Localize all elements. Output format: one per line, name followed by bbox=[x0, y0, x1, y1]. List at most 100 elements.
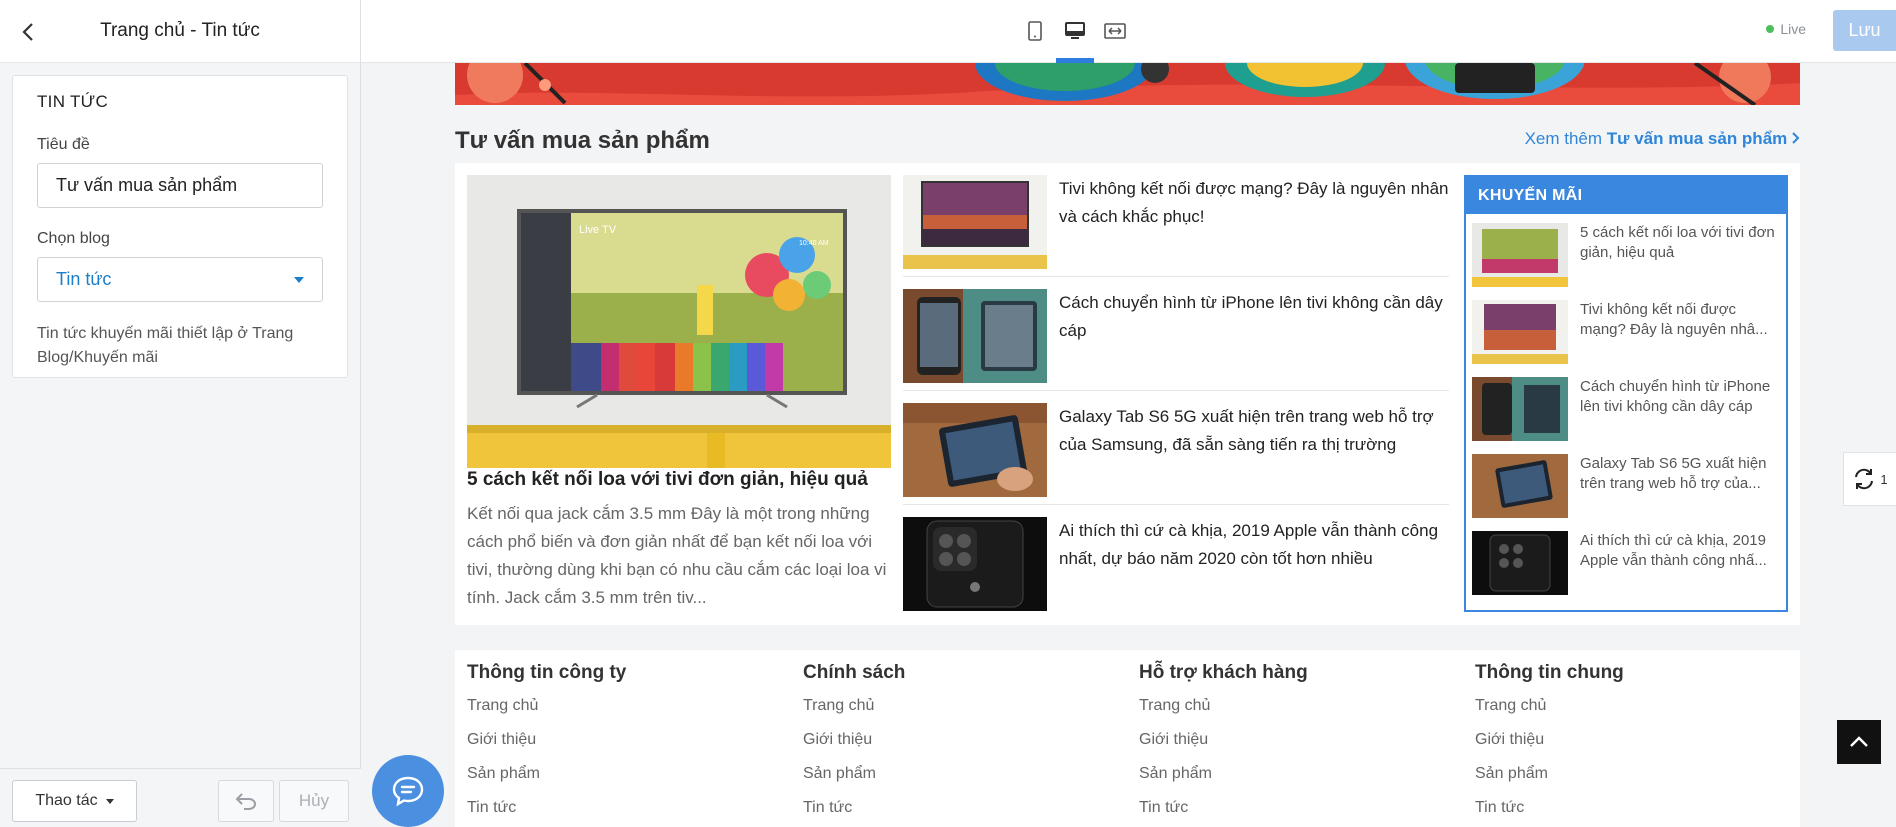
footer-link[interactable]: Tin tức bbox=[1475, 797, 1795, 827]
footer-column-title: Thông tin chung bbox=[1475, 662, 1624, 683]
view-more-target: Tư vấn mua sản phẩm bbox=[1606, 129, 1788, 148]
news-item[interactable]: Cách chuyển hình từ iPhone lên tivi khôn… bbox=[903, 277, 1449, 391]
footer-column-title: Thông tin công ty bbox=[467, 662, 627, 683]
blog-select-value: Tin tức bbox=[56, 269, 112, 289]
news-thumbnail bbox=[903, 403, 1047, 497]
sync-icon bbox=[1855, 468, 1874, 490]
undo-icon bbox=[235, 793, 256, 810]
footer-column: Thông tin chung Trang chủ Giới thiệu Sản… bbox=[1475, 662, 1795, 827]
desktop-icon bbox=[1065, 22, 1085, 39]
footer-link[interactable]: Tin tức bbox=[803, 797, 1123, 827]
view-more-prefix: Xem thêm bbox=[1524, 129, 1603, 148]
caret-down-icon bbox=[294, 276, 304, 283]
news-settings-card: TIN TỨC Tiêu đề Chọn blog Tin tức Tin tứ… bbox=[12, 75, 348, 378]
promo-header: KHUYẾN MÃI bbox=[1466, 177, 1786, 214]
promo-thumbnail bbox=[1472, 223, 1568, 287]
mobile-view-button[interactable] bbox=[1016, 14, 1054, 48]
back-button[interactable] bbox=[14, 18, 42, 46]
sidebar-title: Trang chủ - Tin tức bbox=[100, 20, 260, 41]
footer-link[interactable]: Giới thiệu bbox=[1139, 729, 1459, 763]
svg-text:10:40 AM: 10:40 AM bbox=[799, 240, 829, 247]
view-more-link[interactable]: Xem thêm Tư vấn mua sản phẩm bbox=[1525, 129, 1800, 149]
footer-link[interactable]: Trang chủ bbox=[467, 695, 787, 729]
actions-dropdown[interactable]: Thao tác bbox=[12, 780, 137, 822]
fullwidth-view-button[interactable] bbox=[1096, 14, 1134, 48]
footer-link[interactable]: Sản phẩm bbox=[1139, 763, 1459, 797]
mobile-icon bbox=[1028, 21, 1042, 41]
news-thumbnail bbox=[903, 517, 1047, 611]
fullwidth-icon bbox=[1104, 23, 1126, 39]
actions-label: Thao tác bbox=[35, 792, 98, 809]
preview-topbar: Live Lưu bbox=[361, 0, 1896, 63]
promo-thumbnail bbox=[1472, 531, 1568, 595]
chevron-up-icon bbox=[1850, 736, 1868, 747]
promo-item[interactable]: Galaxy Tab S6 5G xuất hiện trên trang we… bbox=[1472, 454, 1782, 518]
section-title: Tư vấn mua sản phẩm bbox=[455, 127, 710, 154]
live-dot bbox=[1766, 25, 1775, 33]
undo-button[interactable] bbox=[218, 780, 274, 822]
promo-title: Galaxy Tab S6 5G xuất hiện trên trang we… bbox=[1580, 455, 1767, 492]
featured-article-image[interactable]: Live TV 10:40 AM bbox=[467, 175, 891, 468]
promo-thumbnail bbox=[1472, 454, 1568, 518]
scroll-to-top-button[interactable] bbox=[1837, 720, 1881, 764]
promo-title: Ai thích thì cứ cà khịa, 2019 Apple vẫn … bbox=[1580, 532, 1767, 569]
news-title: Galaxy Tab S6 5G xuất hiện trên trang we… bbox=[1059, 407, 1434, 454]
footer-column: Chính sách Trang chủ Giới thiệu Sản phẩm… bbox=[803, 662, 1123, 827]
sync-count: 1 bbox=[1880, 471, 1888, 487]
footer-column-title: Chính sách bbox=[803, 662, 906, 683]
chat-button[interactable] bbox=[372, 755, 444, 827]
footer-link[interactable]: Trang chủ bbox=[803, 695, 1123, 729]
title-input[interactable] bbox=[37, 163, 323, 208]
news-section: Live TV 10:40 AM 5 cách kết nối loa với … bbox=[455, 163, 1800, 625]
news-thumbnail bbox=[903, 289, 1047, 383]
footer-link[interactable]: Trang chủ bbox=[1139, 695, 1459, 729]
promo-title: Tivi không kết nối được mạng? Đây là ngu… bbox=[1580, 301, 1768, 338]
svg-text:Live TV: Live TV bbox=[579, 224, 617, 236]
footer-link[interactable]: Trang chủ bbox=[1475, 695, 1795, 729]
promo-title: Cách chuyển hình từ iPhone lên tivi khôn… bbox=[1580, 378, 1771, 415]
footer-link[interactable]: Giới thiệu bbox=[1475, 729, 1795, 763]
footer-link[interactable]: Giới thiệu bbox=[803, 729, 1123, 763]
promo-item[interactable]: Cách chuyển hình từ iPhone lên tivi khôn… bbox=[1472, 377, 1782, 441]
promo-banner[interactable] bbox=[455, 63, 1800, 105]
footer-column: Thông tin công ty Trang chủ Giới thiệu S… bbox=[467, 662, 787, 827]
footer-link[interactable]: Tin tức bbox=[1139, 797, 1459, 827]
footer-link[interactable]: Sản phẩm bbox=[803, 763, 1123, 797]
banner-graphic bbox=[455, 63, 1800, 105]
news-thumbnail bbox=[903, 175, 1047, 269]
news-title: Ai thích thì cứ cà khịa, 2019 Apple vẫn … bbox=[1059, 521, 1439, 568]
chevron-left-icon bbox=[22, 23, 33, 41]
news-item[interactable]: Tivi không kết nối được mạng? Đây là ngu… bbox=[903, 163, 1449, 277]
news-item[interactable]: Ai thích thì cứ cà khịa, 2019 Apple vẫn … bbox=[903, 505, 1449, 619]
footer-column-title: Hỗ trợ khách hàng bbox=[1139, 662, 1308, 683]
sidebar-header: Trang chủ - Tin tức bbox=[0, 0, 360, 63]
site-footer: Thông tin công ty Trang chủ Giới thiệu S… bbox=[455, 650, 1800, 827]
footer-column: Hỗ trợ khách hàng Trang chủ Giới thiệu S… bbox=[1139, 662, 1459, 827]
chat-icon bbox=[392, 776, 424, 807]
tv-photo: Live TV 10:40 AM bbox=[467, 175, 891, 468]
card-note: Tin tức khuyến mãi thiết lập ở Trang Blo… bbox=[37, 325, 294, 366]
footer-link[interactable]: Tin tức bbox=[467, 797, 787, 827]
desktop-view-button[interactable] bbox=[1056, 14, 1094, 48]
blog-field-label: Chọn blog bbox=[37, 230, 110, 247]
sync-button[interactable]: 1 bbox=[1843, 452, 1896, 506]
featured-article-title[interactable]: 5 cách kết nối loa với tivi đơn giản, hi… bbox=[467, 469, 891, 491]
footer-link[interactable]: Sản phẩm bbox=[467, 763, 787, 797]
blog-select[interactable]: Tin tức bbox=[37, 257, 323, 302]
sidebar-footer: Thao tác Hủy bbox=[0, 768, 361, 827]
promo-box: KHUYẾN MÃI 5 cách kết nối loa với tivi đ… bbox=[1464, 175, 1788, 612]
news-title: Cách chuyển hình từ iPhone lên tivi khôn… bbox=[1059, 293, 1443, 340]
chevron-right-icon bbox=[1792, 132, 1800, 144]
cancel-button[interactable]: Hủy bbox=[279, 780, 349, 822]
promo-item[interactable]: Ai thích thì cứ cà khịa, 2019 Apple vẫn … bbox=[1472, 531, 1782, 595]
card-title: TIN TỨC bbox=[37, 92, 109, 111]
save-button[interactable]: Lưu bbox=[1833, 10, 1896, 51]
footer-link[interactable]: Sản phẩm bbox=[1475, 763, 1795, 797]
news-item[interactable]: Galaxy Tab S6 5G xuất hiện trên trang we… bbox=[903, 391, 1449, 505]
footer-link[interactable]: Giới thiệu bbox=[467, 729, 787, 763]
editor-sidebar: Trang chủ - Tin tức TIN TỨC Tiêu đề Chọn… bbox=[0, 0, 361, 827]
promo-item[interactable]: 5 cách kết nối loa với tivi đơn giản, hi… bbox=[1472, 223, 1782, 287]
news-title: Tivi không kết nối được mạng? Đây là ngu… bbox=[1059, 179, 1449, 226]
featured-article-excerpt: Kết nối qua jack cắm 3.5 mm Đây là một t… bbox=[467, 504, 887, 607]
promo-item[interactable]: Tivi không kết nối được mạng? Đây là ngu… bbox=[1472, 300, 1782, 364]
